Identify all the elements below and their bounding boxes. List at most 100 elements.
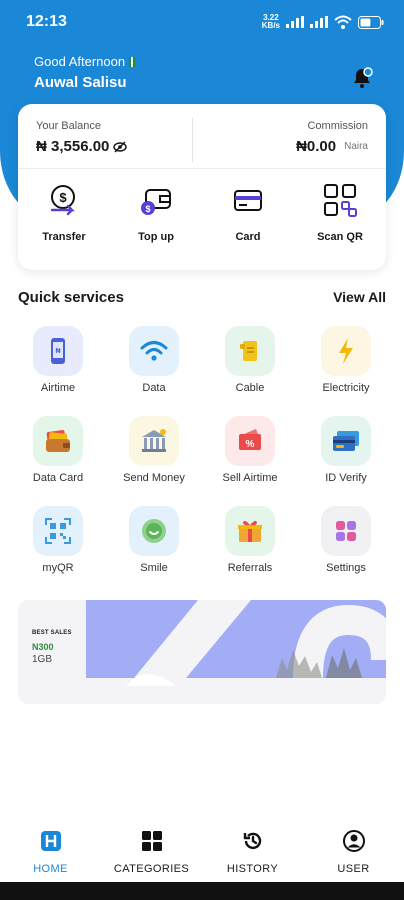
battery-icon bbox=[358, 15, 384, 29]
service-airtime[interactable]: ₦ Airtime bbox=[10, 326, 106, 394]
qr-code-icon bbox=[33, 506, 83, 556]
service-label: Data bbox=[142, 382, 166, 394]
wallet-cards-icon bbox=[33, 416, 83, 466]
nav-label: USER bbox=[337, 863, 370, 875]
service-label: myQR bbox=[42, 562, 74, 574]
wifi-status-icon bbox=[334, 15, 352, 29]
transfer-button[interactable]: $ Transfer bbox=[18, 182, 110, 243]
service-label: Referrals bbox=[227, 562, 273, 574]
greeting-text: Good Afternoon bbox=[34, 54, 126, 69]
balance-card: Your Balance ₦ 3,556.00 Commission ₦0.00… bbox=[18, 104, 386, 270]
service-label: Airtime bbox=[40, 382, 76, 394]
quick-services-title: Quick services bbox=[18, 289, 124, 306]
signal-icon bbox=[310, 16, 328, 28]
nigeria-flag-icon bbox=[129, 57, 136, 67]
settings-grid-icon bbox=[321, 506, 371, 556]
home-icon bbox=[40, 831, 61, 851]
service-send-money[interactable]: Send Money bbox=[106, 416, 202, 484]
commission-value: ₦0.00 bbox=[296, 138, 337, 155]
wallet-icon: $ bbox=[141, 189, 171, 215]
notification-bell-icon[interactable] bbox=[350, 66, 374, 90]
card-button[interactable]: Card bbox=[202, 182, 294, 243]
balance-value-row: ₦ 3,556.00 bbox=[36, 138, 128, 155]
phone-icon: ₦ bbox=[33, 326, 83, 376]
nav-label: CATEGORIES bbox=[113, 863, 190, 875]
wifi-icon bbox=[129, 326, 179, 376]
svg-text:₦: ₦ bbox=[55, 348, 60, 355]
nav-categories[interactable]: CATEGORIES bbox=[101, 818, 202, 880]
service-settings[interactable]: Settings bbox=[298, 506, 394, 574]
service-sell-airtime[interactable]: % Sell Airtime bbox=[202, 416, 298, 484]
cable-icon bbox=[225, 326, 275, 376]
commission-value-row: ₦0.00 Naira bbox=[296, 138, 368, 155]
scan-qr-label: Scan QR bbox=[317, 231, 363, 243]
svg-text:$: $ bbox=[145, 204, 150, 214]
service-label: Data Card bbox=[32, 472, 84, 484]
banner-size: 1GB bbox=[32, 654, 53, 665]
service-referrals[interactable]: Referrals bbox=[202, 506, 298, 574]
lightning-icon bbox=[321, 326, 371, 376]
nav-label: HISTORY bbox=[226, 863, 279, 875]
banner-price: N300 bbox=[32, 642, 54, 652]
nav-history[interactable]: HISTORY bbox=[202, 818, 303, 880]
service-cable[interactable]: Cable bbox=[202, 326, 298, 394]
nav-user[interactable]: USER bbox=[303, 818, 404, 880]
banner-graphic bbox=[86, 600, 386, 704]
banner-text: BEST SALES N300 1GB bbox=[32, 630, 72, 665]
service-data[interactable]: Data bbox=[106, 326, 202, 394]
greeting: Good Afternoon bbox=[34, 54, 136, 69]
network-speed: 3.22 KB/s bbox=[261, 13, 280, 30]
nav-label: HOME bbox=[33, 863, 68, 875]
balance-divider bbox=[192, 118, 193, 162]
history-icon bbox=[243, 832, 261, 850]
balance-label: Your Balance bbox=[36, 120, 102, 132]
service-label: Electricity bbox=[322, 382, 370, 394]
categories-icon bbox=[141, 831, 162, 851]
status-bar: 12:13 3.22 KB/s bbox=[0, 0, 404, 44]
quick-services-grid: ₦ Airtime Data Cable Electricity Data Ca… bbox=[10, 326, 394, 574]
status-icons: 3.22 KB/s bbox=[262, 14, 384, 30]
svg-text:$: $ bbox=[59, 190, 67, 205]
card-divider bbox=[18, 168, 386, 169]
bank-icon bbox=[129, 416, 179, 466]
card-label: Card bbox=[235, 231, 261, 243]
gift-icon bbox=[225, 506, 275, 556]
quick-actions: $ Transfer $ Top up Card Scan QR bbox=[18, 182, 386, 243]
smile-icon bbox=[129, 506, 179, 556]
service-data-card[interactable]: Data Card bbox=[10, 416, 106, 484]
svg-text:%: % bbox=[246, 439, 255, 450]
discount-tag-icon: % bbox=[225, 416, 275, 466]
top-up-label: Top up bbox=[138, 231, 174, 243]
hide-balance-icon[interactable] bbox=[113, 141, 128, 153]
username: Auwal Salisu bbox=[34, 74, 127, 91]
scan-qr-button[interactable]: Scan QR bbox=[294, 182, 386, 243]
service-label: ID Verify bbox=[325, 472, 367, 484]
id-card-icon bbox=[321, 416, 371, 466]
scan-qr-icon bbox=[324, 184, 357, 217]
banner-tag: BEST SALES bbox=[32, 630, 72, 636]
system-navigation-bar bbox=[0, 882, 404, 900]
status-time: 12:13 bbox=[26, 13, 67, 30]
commission-label: Commission bbox=[307, 120, 368, 132]
service-electricity[interactable]: Electricity bbox=[298, 326, 394, 394]
top-up-button[interactable]: $ Top up bbox=[110, 182, 202, 243]
user-icon bbox=[342, 830, 365, 852]
signal-icon bbox=[286, 16, 304, 28]
service-label: Send Money bbox=[123, 472, 185, 484]
transfer-label: Transfer bbox=[42, 231, 86, 243]
view-all-link[interactable]: View All bbox=[333, 289, 386, 305]
service-myqr[interactable]: myQR bbox=[10, 506, 106, 574]
service-smile[interactable]: Smile bbox=[106, 506, 202, 574]
commission-unit: Naira bbox=[344, 141, 368, 152]
service-id-verify[interactable]: ID Verify bbox=[298, 416, 394, 484]
service-label: Sell Airtime bbox=[222, 472, 278, 484]
balance-value: ₦ 3,556.00 bbox=[36, 138, 110, 155]
bottom-navigation: HOME CATEGORIES HISTORY USER bbox=[0, 818, 404, 880]
nav-home[interactable]: HOME bbox=[0, 818, 101, 880]
service-label: Cable bbox=[235, 382, 265, 394]
credit-card-icon bbox=[234, 190, 262, 211]
service-label: Smile bbox=[140, 562, 168, 574]
promo-banner[interactable]: BEST SALES N300 1GB bbox=[18, 600, 386, 704]
commission-section: Commission ₦0.00 Naira bbox=[296, 120, 368, 155]
balance-section: Your Balance ₦ 3,556.00 bbox=[36, 120, 128, 155]
